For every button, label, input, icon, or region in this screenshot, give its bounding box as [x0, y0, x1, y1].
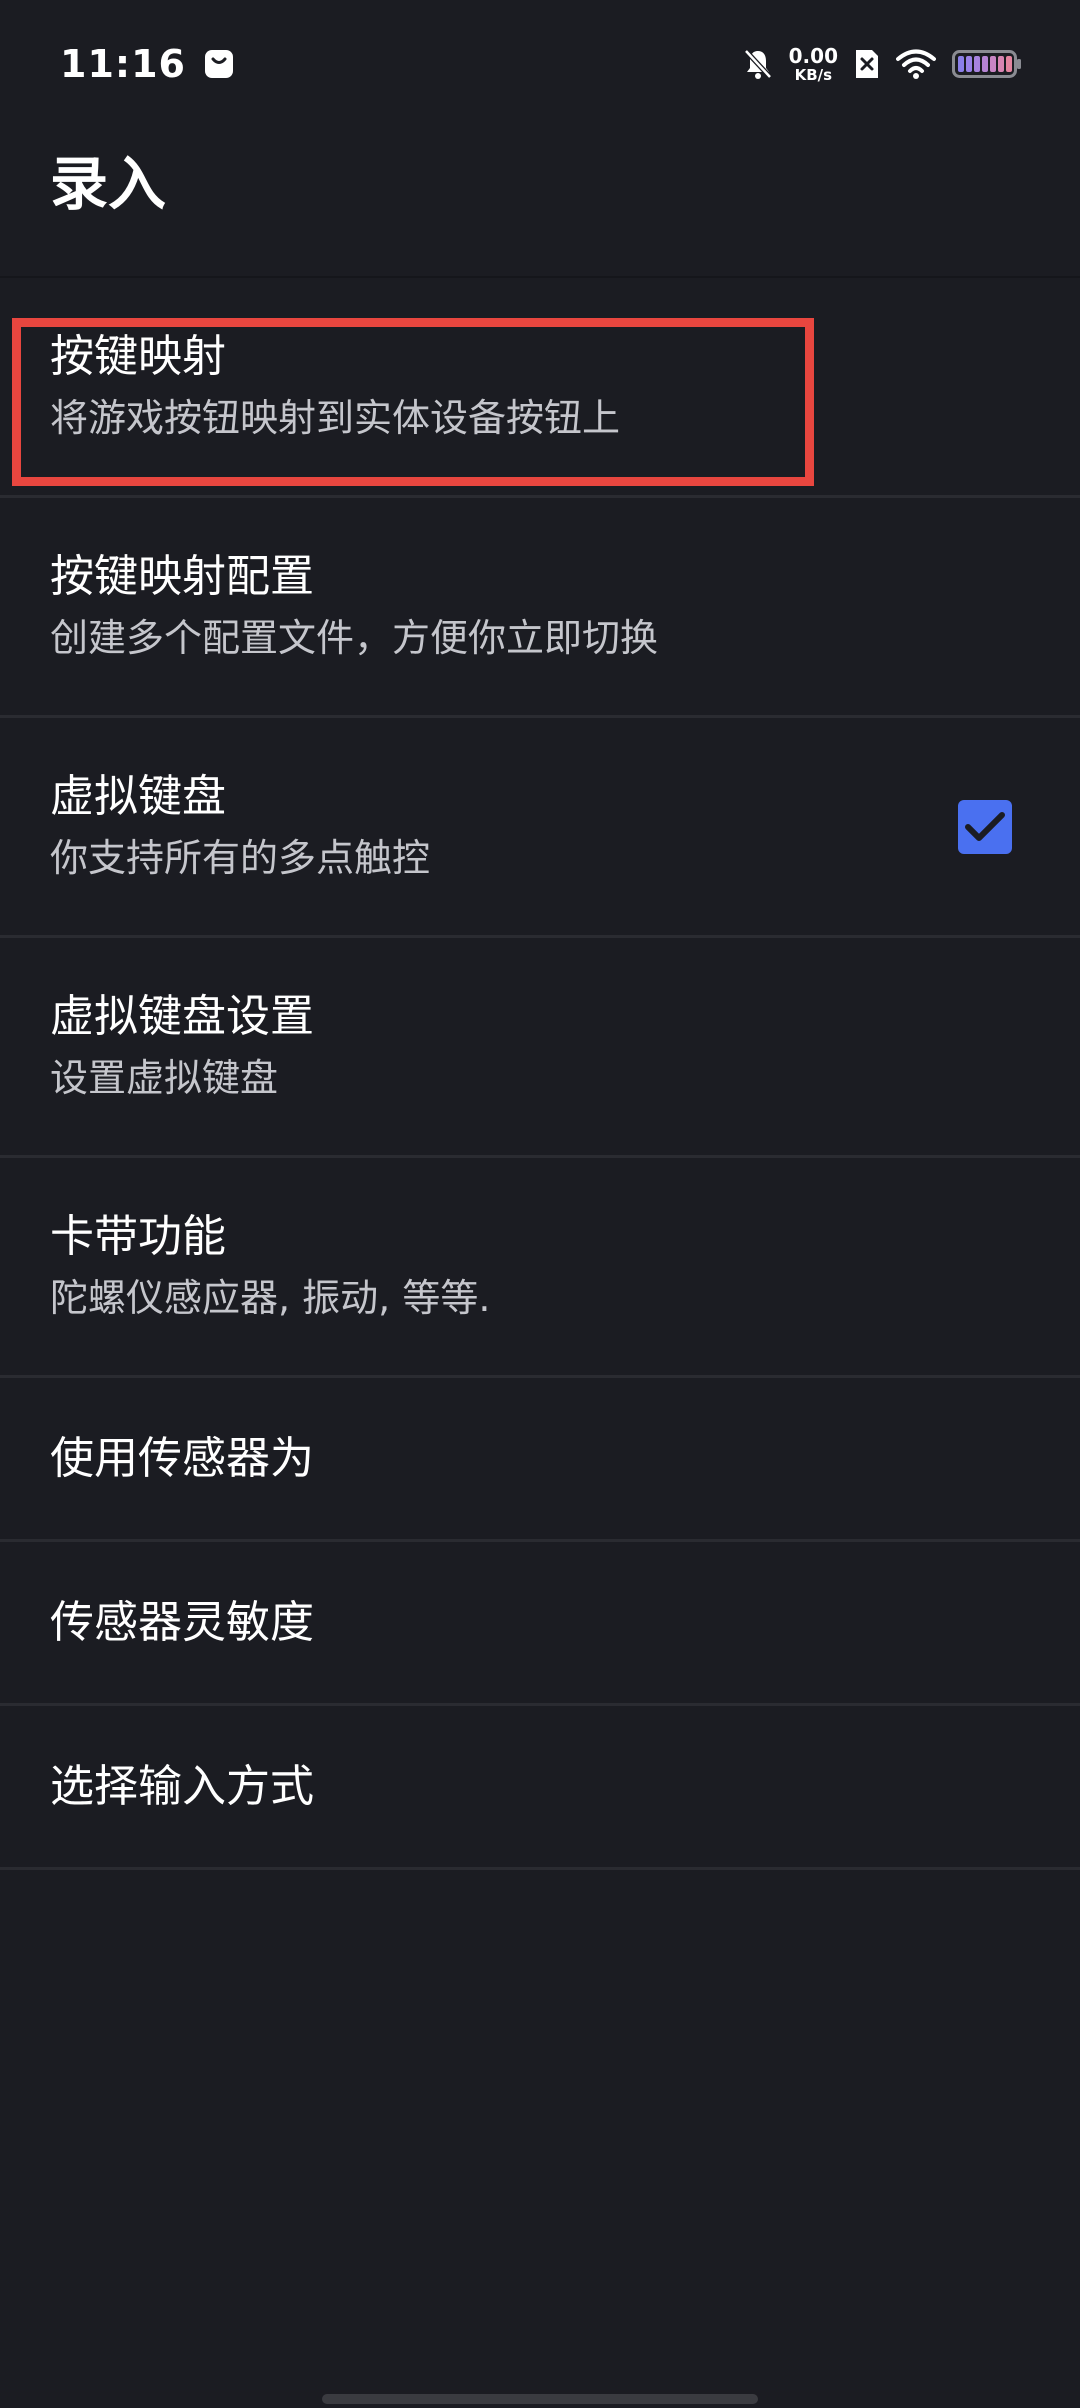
- pref-summary: 你支持所有的多点触控: [50, 836, 431, 881]
- pref-summary: 创建多个配置文件，方便你立即切换: [50, 616, 659, 661]
- pref-summary: 陀螺仪感应器, 振动, 等等.: [50, 1276, 491, 1321]
- pref-title: 按键映射: [50, 331, 226, 383]
- status-bar: 11:16 0.00 KB/s: [0, 0, 1080, 128]
- page-title: 录入: [50, 150, 167, 218]
- pref-use-sensor-as[interactable]: 使用传感器为: [0, 1378, 1080, 1542]
- pref-title: 卡带功能: [50, 1211, 226, 1263]
- pref-cartridge-features[interactable]: 卡带功能 陀螺仪感应器, 振动, 等等.: [0, 1158, 1080, 1378]
- pref-virtual-keyboard[interactable]: 虚拟键盘 你支持所有的多点触控: [0, 718, 1080, 938]
- pref-sensor-sensitivity[interactable]: 传感器灵敏度: [0, 1542, 1080, 1706]
- pref-summary: 将游戏按钮映射到实体设备按钮上: [50, 396, 621, 441]
- net-speed: 0.00 KB/s: [789, 46, 838, 83]
- net-speed-unit: KB/s: [794, 65, 833, 84]
- status-left: 11:16: [60, 42, 234, 86]
- pref-select-input-method[interactable]: 选择输入方式: [0, 1706, 1080, 1870]
- status-right: 0.00 KB/s: [743, 46, 1022, 83]
- pref-title: 传感器灵敏度: [50, 1597, 314, 1648]
- pref-title: 虚拟键盘设置: [50, 991, 314, 1043]
- pref-title: 虚拟键盘: [50, 771, 226, 823]
- pref-key-mapping-profiles[interactable]: 按键映射配置 创建多个配置文件，方便你立即切换: [0, 498, 1080, 718]
- status-time: 11:16: [60, 42, 186, 86]
- net-speed-value: 0.00: [788, 43, 838, 68]
- virtual-keyboard-checkbox[interactable]: [958, 799, 1012, 854]
- battery-icon: [952, 49, 1022, 79]
- pref-virtual-keyboard-settings[interactable]: 虚拟键盘设置 设置虚拟键盘: [0, 938, 1080, 1158]
- pref-title: 使用传感器为: [50, 1433, 314, 1484]
- sim-x-icon: [854, 48, 880, 80]
- pref-title: 按键映射配置: [50, 551, 314, 603]
- settings-list: 按键映射 将游戏按钮映射到实体设备按钮上 按键映射配置 创建多个配置文件，方便你…: [0, 278, 1080, 1870]
- bag-icon: [204, 49, 234, 79]
- bell-off-icon: [743, 48, 773, 80]
- gesture-bar[interactable]: [322, 2394, 758, 2404]
- checkmark-icon: [964, 810, 1006, 844]
- pref-key-mapping[interactable]: 按键映射 将游戏按钮映射到实体设备按钮上: [0, 278, 1080, 498]
- wifi-icon: [896, 48, 936, 80]
- pref-title: 选择输入方式: [50, 1761, 314, 1812]
- pref-summary: 设置虚拟键盘: [50, 1056, 279, 1101]
